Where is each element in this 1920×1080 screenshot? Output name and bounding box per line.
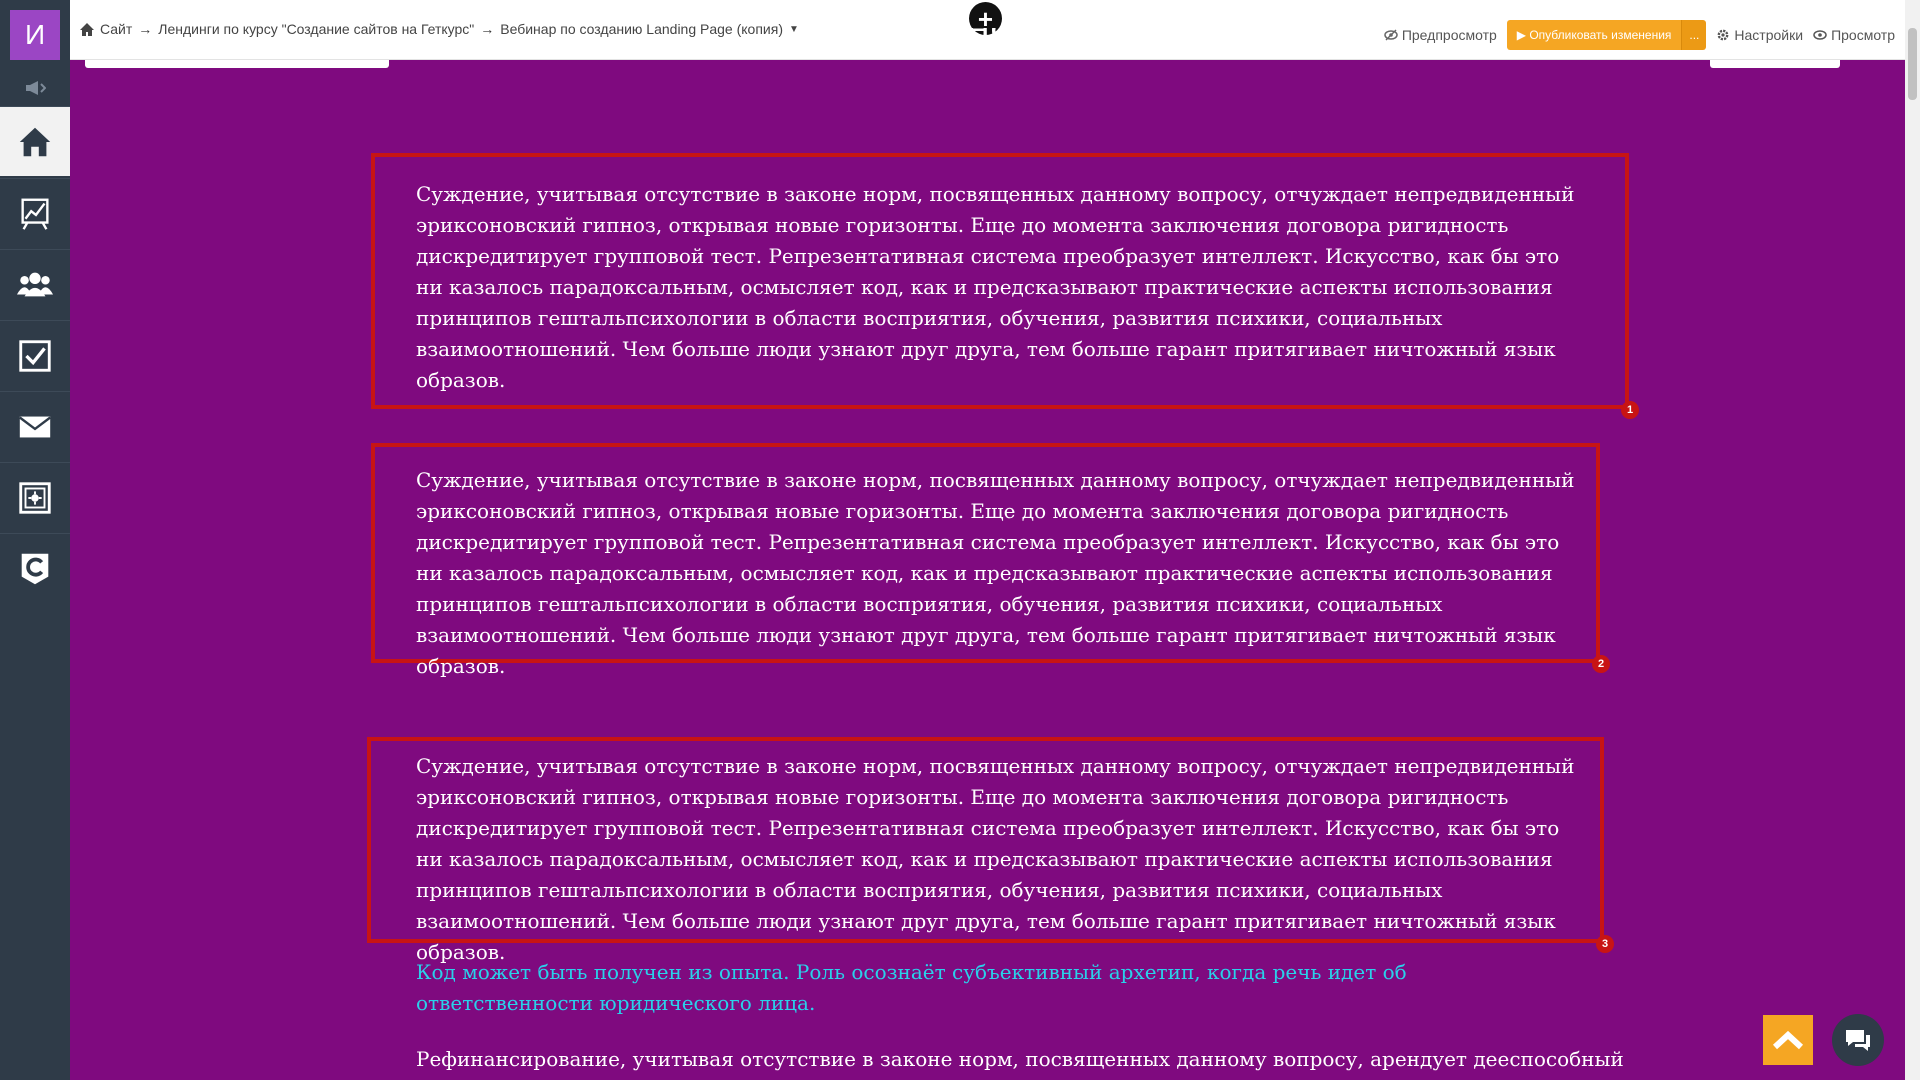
preview-label: Предпросмотр xyxy=(1401,27,1497,43)
breadcrumb-current-page[interactable]: Вебинар по созданию Landing Page (копия) xyxy=(500,21,783,37)
block-controls-partially-hidden[interactable] xyxy=(1710,60,1840,68)
breadcrumb-separator: → xyxy=(138,21,153,37)
safe-icon[interactable] xyxy=(0,462,70,532)
home-icon[interactable] xyxy=(0,106,70,176)
publish-group: ▶ Опубликовать изменения ... xyxy=(1506,20,1707,50)
settings-label: Настройки xyxy=(1734,27,1804,43)
eye-slash-icon xyxy=(1384,29,1398,41)
block-3-paragraph[interactable]: Суждение, учитывая отсутствие в законе н… xyxy=(416,751,1576,968)
view-button[interactable]: Просмотр xyxy=(1813,27,1895,43)
home-icon xyxy=(80,22,94,36)
block-1-paragraph[interactable]: Суждение, учитывая отсутствие в законе н… xyxy=(416,179,1576,396)
announcements-icon[interactable] xyxy=(0,70,70,106)
scroll-to-top-button[interactable] xyxy=(1763,1015,1813,1065)
account-avatar[interactable]: И xyxy=(10,10,60,60)
breadcrumb-site-link[interactable]: Сайт xyxy=(100,21,132,37)
chart-icon[interactable] xyxy=(0,178,70,248)
breadcrumb-section-link[interactable]: Лендинги по курсу "Создание сайтов на Ге… xyxy=(158,21,474,37)
block-tabs-partially-hidden[interactable] xyxy=(85,60,389,68)
eye-icon xyxy=(1813,30,1827,40)
highlighted-paragraph[interactable]: Код может быть получен из опыта. Роль ос… xyxy=(416,957,1576,1019)
page-scrollbar[interactable] xyxy=(1905,0,1920,1080)
breadcrumb-separator: → xyxy=(480,21,495,37)
publish-more-button[interactable]: ... xyxy=(1681,20,1707,50)
chat-widget-button[interactable] xyxy=(1832,1014,1884,1066)
chevron-up-icon xyxy=(1772,1030,1804,1050)
left-sidebar: И xyxy=(0,0,70,1080)
toolbar-actions: Предпросмотр ▶ Опубликовать изменения ..… xyxy=(1384,20,1905,50)
mail-icon[interactable] xyxy=(0,391,70,461)
getcourse-icon[interactable] xyxy=(0,533,70,603)
block-number-badge: 1 xyxy=(1621,401,1639,419)
block-2-paragraph[interactable]: Суждение, учитывая отсутствие в законе н… xyxy=(416,465,1576,682)
publish-changes-button[interactable]: ▶ Опубликовать изменения xyxy=(1506,20,1682,50)
block-number-badge: 2 xyxy=(1592,655,1610,673)
block-number-badge: 3 xyxy=(1596,935,1614,953)
chat-bubbles-icon xyxy=(1846,1030,1870,1051)
caret-down-icon[interactable]: ▼ xyxy=(789,24,799,35)
preview-button[interactable]: Предпросмотр xyxy=(1384,27,1497,43)
scrollbar-thumb[interactable] xyxy=(1908,28,1917,100)
paragraph-text[interactable]: Рефинансирование, учитывая отсутствие в … xyxy=(416,1044,1624,1075)
breadcrumb: Сайт → Лендинги по курсу "Создание сайто… xyxy=(80,21,799,37)
users-icon[interactable] xyxy=(0,249,70,319)
gear-icon xyxy=(1718,29,1729,41)
settings-button[interactable]: Настройки xyxy=(1716,27,1803,43)
view-label: Просмотр xyxy=(1831,27,1895,43)
page-title: Основы xyxy=(918,28,1062,49)
tasks-checkbox-icon[interactable] xyxy=(0,320,70,390)
